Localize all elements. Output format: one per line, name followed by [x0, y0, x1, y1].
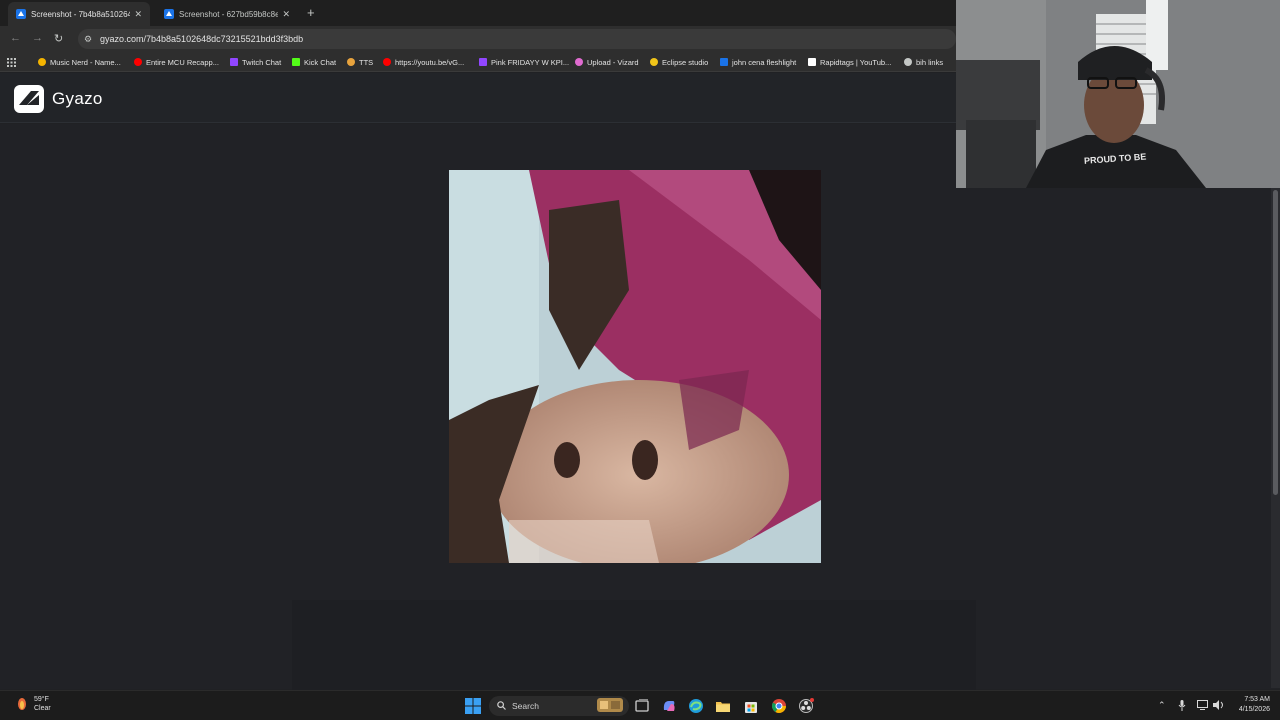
copilot-icon[interactable]: [661, 698, 677, 714]
weather-icon: [16, 697, 28, 711]
bookmark-label: john cena fleshlight: [732, 57, 797, 67]
task-view-icon[interactable]: [634, 698, 650, 714]
obs-recording-icon[interactable]: [798, 698, 814, 714]
bookmark-tts[interactable]: TTS: [347, 56, 373, 68]
bookmark-label: Entire MCU Recapp...: [146, 57, 219, 67]
gyazo-header: Gyazo: [0, 73, 956, 123]
bookmark-rapidtags[interactable]: Rapidtags | YouTub...: [808, 56, 891, 68]
search-highlight-icon: [597, 698, 623, 714]
taskbar-search-box[interactable]: Search: [489, 696, 629, 716]
gyazo-favicon-icon: [164, 9, 174, 19]
close-icon[interactable]: ✕: [282, 9, 290, 20]
windows-start-icon[interactable]: [465, 698, 481, 714]
scrollbar-thumb[interactable]: [1273, 190, 1278, 495]
bookmark-label: Eclipse studio: [662, 57, 709, 67]
vizard-icon: [575, 58, 583, 66]
url-text: gyazo.com/7b4b8a5102648dc73215521bdd3f3b…: [100, 34, 304, 44]
twitch-icon: [479, 58, 487, 66]
bookmark-john-cena[interactable]: john cena fleshlight: [720, 56, 796, 68]
system-clock[interactable]: 7:53 AM 4/15/2026: [1226, 695, 1270, 715]
bookmark-label: https://youtu.be/vG...: [395, 57, 465, 67]
bookmark-kick-chat[interactable]: Kick Chat: [292, 56, 336, 68]
tab-screenshot-1[interactable]: Screenshot - 7b4b8a5102648d ✕: [8, 2, 150, 26]
edge-browser-icon[interactable]: [688, 698, 704, 714]
rapidtags-icon: [808, 58, 816, 66]
search-label: Search: [512, 701, 539, 711]
microphone-icon[interactable]: [1178, 700, 1186, 713]
bookmark-vizard[interactable]: Upload - Vizard: [575, 56, 639, 68]
gyazo-brand-name: Gyazo: [52, 89, 103, 108]
windows-taskbar: 59°F Clear Search ⌃ 7:53 AM 4/15/2026: [0, 690, 1280, 720]
bookmark-pink-friday[interactable]: Pink FRIDAYY W KPI...: [479, 56, 569, 68]
tab-title: Screenshot - 627bd59b8c8e27: [179, 9, 279, 19]
bookmark-label: Kick Chat: [304, 57, 337, 67]
bookmark-music-nerd[interactable]: Music Nerd - Name...: [38, 56, 121, 68]
weather-condition: Clear: [34, 705, 51, 712]
twitch-icon: [230, 58, 238, 66]
file-explorer-icon[interactable]: [715, 698, 731, 714]
bookmark-label: Upload - Vizard: [587, 57, 639, 67]
bookmark-label: Twitch Chat: [242, 57, 282, 67]
gyazo-logo-icon[interactable]: [14, 85, 44, 113]
bookmark-label: Music Nerd - Name...: [50, 57, 121, 67]
tab-title: Screenshot - 7b4b8a5102648d: [31, 9, 131, 19]
gyazo-info-panel: [292, 600, 976, 690]
tab-screenshot-2[interactable]: Screenshot - 627bd59b8c8e27 ✕: [156, 2, 298, 26]
new-tab-button[interactable]: +: [307, 5, 315, 20]
globe-icon: [904, 58, 912, 66]
bookmark-favicon-icon: [720, 58, 728, 66]
gyazo-favicon-icon: [16, 9, 26, 19]
volume-icon[interactable]: [1213, 700, 1224, 712]
eclipse-icon: [650, 58, 658, 66]
reload-icon[interactable]: ↻: [54, 32, 63, 45]
clock-time: 7:53 AM: [1244, 696, 1270, 703]
bookmark-favicon-icon: [38, 58, 46, 66]
bookmark-twitch-chat[interactable]: Twitch Chat: [230, 56, 281, 68]
bookmark-mcu-recap[interactable]: Entire MCU Recapp...: [134, 56, 219, 68]
close-icon[interactable]: ✕: [134, 9, 142, 20]
clock-date: 4/15/2026: [1238, 706, 1270, 713]
bookmark-label: TTS: [359, 57, 374, 67]
youtube-icon: [134, 58, 142, 66]
streamer-webcam-overlay: PROUD TO BE: [956, 0, 1280, 188]
weather-widget[interactable]: 59°F Clear: [16, 695, 51, 713]
youtube-icon: [383, 58, 391, 66]
apps-grid-icon[interactable]: [7, 56, 16, 68]
weather-temperature: 59°F: [34, 696, 49, 703]
address-bar[interactable]: ⚙ gyazo.com/7b4b8a5102648dc73215521bdd3f…: [78, 29, 956, 49]
bookmark-bih-links[interactable]: bih links: [904, 56, 943, 68]
site-info-icon[interactable]: ⚙: [84, 34, 94, 44]
screenshot-image[interactable]: [449, 170, 821, 563]
search-icon: [497, 700, 506, 712]
tts-icon: [347, 58, 355, 66]
microsoft-store-icon[interactable]: [743, 698, 759, 714]
bookmark-label: Rapidtags | YouTub...: [820, 57, 892, 67]
bookmark-label: bih links: [916, 57, 944, 67]
bookmark-label: Pink FRIDAYY W KPI...: [491, 57, 570, 67]
forward-arrow-icon[interactable]: →: [32, 32, 43, 44]
bookmark-youtube-link[interactable]: https://youtu.be/vG...: [383, 56, 464, 68]
back-arrow-icon[interactable]: ←: [10, 32, 21, 44]
kick-icon: [292, 58, 300, 66]
bookmark-eclipse-studio[interactable]: Eclipse studio: [650, 56, 708, 68]
chrome-icon[interactable]: [771, 698, 787, 714]
network-icon[interactable]: [1197, 700, 1208, 712]
chevron-up-icon[interactable]: ⌃: [1158, 700, 1166, 711]
